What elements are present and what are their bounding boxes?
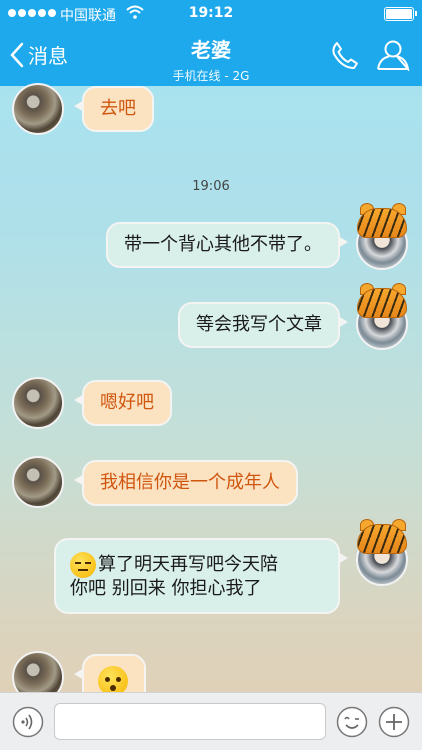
- message-text: 等会我写个文章: [196, 314, 322, 335]
- back-label: 消息: [28, 44, 68, 68]
- message-text-line1: 算了明天再写吧今天陪: [98, 554, 278, 575]
- message-input[interactable]: [54, 703, 326, 740]
- outgoing-message-bubble[interactable]: 等会我写个文章: [178, 302, 348, 348]
- battery-icon: [384, 7, 417, 21]
- incoming-message-bubble[interactable]: 嗯好吧: [74, 380, 172, 426]
- emoji-icon[interactable]: [336, 706, 368, 738]
- add-icon[interactable]: [378, 706, 410, 738]
- message-text: 带一个背心其他不带了。: [124, 234, 322, 255]
- message-text: 嗯好吧: [100, 392, 154, 413]
- contact-avatar[interactable]: [12, 377, 64, 429]
- incoming-message-bubble[interactable]: 我相信你是一个成年人: [74, 460, 298, 506]
- message-text: 去吧: [100, 98, 136, 119]
- message-input-bar: [0, 692, 422, 750]
- phone-icon[interactable]: [330, 40, 360, 70]
- voice-icon[interactable]: [12, 706, 44, 738]
- message-text-line2: 你吧 别回来 你担心我了: [70, 578, 262, 599]
- back-button[interactable]: 消息: [10, 40, 68, 69]
- outgoing-message-bubble[interactable]: 算了明天再写吧今天陪 你吧 别回来 你担心我了: [54, 538, 348, 614]
- outgoing-message-bubble[interactable]: 带一个背心其他不带了。: [106, 222, 348, 268]
- contact-avatar[interactable]: [12, 456, 64, 508]
- status-bar: 中国联通 19:12: [0, 0, 422, 28]
- tiger-hat-decoration: [357, 288, 407, 318]
- incoming-message-bubble[interactable]: 去吧: [74, 86, 154, 132]
- chat-header: 中国联通 19:12 消息 老婆 手机在线 - 2G: [0, 0, 422, 86]
- smirk-emoji-icon: [70, 552, 96, 578]
- chevron-left-icon: [10, 42, 24, 67]
- status-time: 19:12: [188, 5, 234, 21]
- time-divider: 19:06: [192, 179, 230, 194]
- contact-avatar[interactable]: [12, 83, 64, 135]
- message-text: 我相信你是一个成年人: [100, 472, 280, 493]
- tiger-hat-decoration: [357, 524, 407, 554]
- profile-icon[interactable]: [376, 39, 410, 71]
- tiger-hat-decoration: [357, 208, 407, 238]
